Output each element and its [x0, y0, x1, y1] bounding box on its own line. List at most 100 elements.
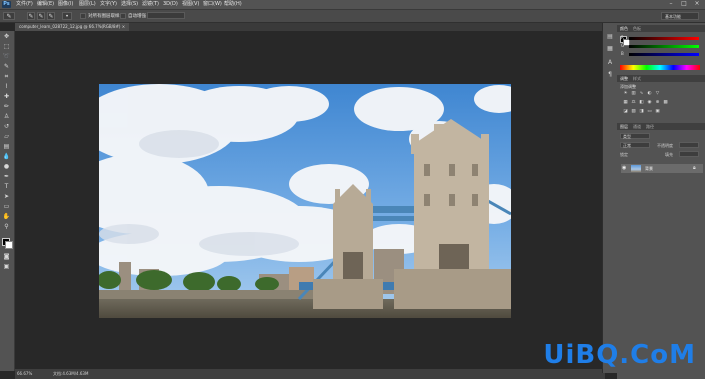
hue-adjust-icon[interactable]: ▦: [623, 100, 628, 105]
dodge-tool-icon[interactable]: ●: [2, 163, 11, 170]
menu-layer[interactable]: 图层(L): [79, 1, 96, 8]
auto-enhance-label: 自动增强: [128, 14, 146, 19]
canvas-area[interactable]: [15, 31, 602, 369]
selective-color-adjust-icon[interactable]: ▣: [655, 109, 660, 114]
refine-edge-button[interactable]: [147, 12, 185, 19]
app-logo: Ps: [2, 1, 11, 8]
menu-filter[interactable]: 滤镜(T): [142, 1, 159, 8]
tab-adjustments[interactable]: 调整: [620, 76, 628, 81]
green-slider[interactable]: [629, 45, 699, 48]
adjustments-panel-header: 调整 样式: [617, 75, 705, 82]
eraser-tool-icon[interactable]: ▱: [2, 133, 11, 140]
menu-window[interactable]: 窗口(W): [203, 1, 222, 8]
menu-help[interactable]: 帮助(H): [224, 1, 242, 8]
brush-preset-icon[interactable]: ✎: [3, 12, 15, 20]
tab-layers[interactable]: 图层: [620, 124, 628, 129]
quick-selection-tool-icon[interactable]: ✎: [2, 63, 11, 70]
workspace-select[interactable]: 基本功能: [661, 12, 699, 20]
fill-input[interactable]: [679, 151, 699, 157]
path-selection-tool-icon[interactable]: ➤: [2, 193, 11, 200]
sample-all-layers-label: 对所有图层取样: [88, 14, 120, 19]
channel-mixer-adjust-icon[interactable]: ⊕: [655, 100, 660, 105]
blend-mode-select[interactable]: 正常: [620, 142, 650, 148]
layer-row[interactable]: ◉ 背景 🔒︎: [621, 164, 703, 173]
green-channel-label: G: [621, 43, 625, 48]
zoom-tool-icon[interactable]: ⚲: [2, 223, 11, 230]
paragraph-panel-icon[interactable]: ¶: [606, 71, 614, 78]
document-tab-bar: computer_learn_028722_12.jpg @ 66.7%(RGB…: [15, 23, 602, 31]
maximize-button[interactable]: □: [680, 1, 688, 8]
photo-filter-adjust-icon[interactable]: ◉: [647, 100, 652, 105]
color-panel-header: 颜色 色板: [617, 25, 705, 32]
lasso-tool-icon[interactable]: ➰: [2, 53, 11, 60]
brush-size-icon[interactable]: •: [62, 12, 72, 20]
menu-select[interactable]: 选择(S): [121, 1, 138, 8]
menu-view[interactable]: 视图(V): [182, 1, 199, 8]
invert-adjust-icon[interactable]: ◪: [623, 109, 628, 114]
eyedropper-tool-icon[interactable]: ⌇: [2, 83, 11, 90]
crop-tool-icon[interactable]: ⌗: [2, 73, 11, 80]
blur-tool-icon[interactable]: 💧: [2, 153, 11, 160]
tab-color[interactable]: 颜色: [620, 26, 628, 31]
menu-type[interactable]: 文字(Y): [100, 1, 117, 8]
layer-filter-select[interactable]: 类型: [620, 133, 650, 139]
blue-slider[interactable]: [629, 53, 699, 56]
menu-image[interactable]: 图像(I): [58, 1, 73, 8]
type-tool-icon[interactable]: T: [2, 183, 11, 190]
right-panels: 颜色 色板 R G B 调整 样式 添加调整 ☀ ▥ ∿ ◐ ▽ ▦ ⚖ ◧ ◉…: [617, 23, 705, 379]
move-tool-icon[interactable]: ✥: [2, 33, 11, 40]
color-balance-adjust-icon[interactable]: ⚖: [631, 100, 636, 105]
black-white-adjust-icon[interactable]: ◧: [639, 100, 644, 105]
opacity-input[interactable]: [679, 142, 699, 148]
threshold-adjust-icon[interactable]: ◨: [639, 109, 644, 114]
menu-file[interactable]: 文件(F): [16, 1, 33, 8]
color-lookup-adjust-icon[interactable]: ▩: [663, 100, 668, 105]
lock-icon: 🔒︎: [693, 165, 696, 171]
tools-panel: ✥ ⬚ ➰ ✎ ⌗ ⌇ ✚ ✏ ♙ ↺ ▱ ▤ 💧 ● ✒ T ➤ ▭ ✋ ⚲ …: [0, 31, 15, 371]
character-panel-icon[interactable]: A: [606, 59, 614, 66]
brightness-adjust-icon[interactable]: ☀: [623, 91, 628, 96]
minimize-button[interactable]: –: [667, 1, 675, 8]
levels-adjust-icon[interactable]: ▥: [631, 91, 636, 96]
curves-adjust-icon[interactable]: ∿: [639, 91, 644, 96]
red-slider[interactable]: [629, 37, 699, 40]
exposure-adjust-icon[interactable]: ◐: [647, 91, 652, 96]
tab-swatches[interactable]: 色板: [633, 26, 641, 31]
posterize-adjust-icon[interactable]: ▨: [631, 109, 636, 114]
brush-tool-icon[interactable]: ✏: [2, 103, 11, 110]
document-tab[interactable]: computer_learn_028722_12.jpg @ 66.7%(RGB…: [15, 23, 130, 31]
menu-edit[interactable]: 编辑(E): [37, 1, 54, 8]
marquee-tool-icon[interactable]: ⬚: [2, 43, 11, 50]
visibility-eye-icon[interactable]: ◉: [622, 165, 626, 171]
zoom-level[interactable]: 66.67%: [17, 371, 32, 376]
pen-tool-icon[interactable]: ✒: [2, 173, 11, 180]
add-selection-icon[interactable]: ✎: [37, 12, 45, 20]
layer-name[interactable]: 背景: [645, 166, 653, 172]
subtract-selection-icon[interactable]: ✎: [47, 12, 55, 20]
tower-bridge-photo: [99, 84, 511, 318]
tab-channels[interactable]: 通道: [633, 124, 641, 129]
gradient-map-adjust-icon[interactable]: ▭: [647, 109, 652, 114]
watermark: UiBQ.CoM: [543, 340, 696, 370]
close-button[interactable]: ×: [693, 1, 701, 8]
clone-stamp-tool-icon[interactable]: ♙: [2, 113, 11, 120]
color-spectrum[interactable]: [620, 65, 700, 70]
healing-brush-tool-icon[interactable]: ✚: [2, 93, 11, 100]
background-color-swatch[interactable]: [5, 241, 13, 249]
red-channel-label: R: [621, 35, 624, 40]
quick-mask-icon[interactable]: ◙: [2, 253, 11, 260]
hand-tool-icon[interactable]: ✋: [2, 213, 11, 220]
tab-styles[interactable]: 样式: [633, 76, 641, 81]
auto-enhance-checkbox[interactable]: [120, 13, 126, 19]
menu-3d[interactable]: 3D(D): [163, 1, 178, 8]
screen-mode-icon[interactable]: ▣: [2, 263, 11, 270]
new-selection-icon[interactable]: ✎: [27, 12, 35, 20]
sample-all-layers-checkbox[interactable]: [80, 13, 86, 19]
history-panel-icon[interactable]: ▤: [606, 33, 614, 40]
shape-tool-icon[interactable]: ▭: [2, 203, 11, 210]
history-brush-tool-icon[interactable]: ↺: [2, 123, 11, 130]
vibrance-adjust-icon[interactable]: ▽: [655, 91, 660, 96]
tab-paths[interactable]: 路径: [646, 124, 654, 129]
properties-panel-icon[interactable]: ▦: [606, 45, 614, 52]
gradient-tool-icon[interactable]: ▤: [2, 143, 11, 150]
